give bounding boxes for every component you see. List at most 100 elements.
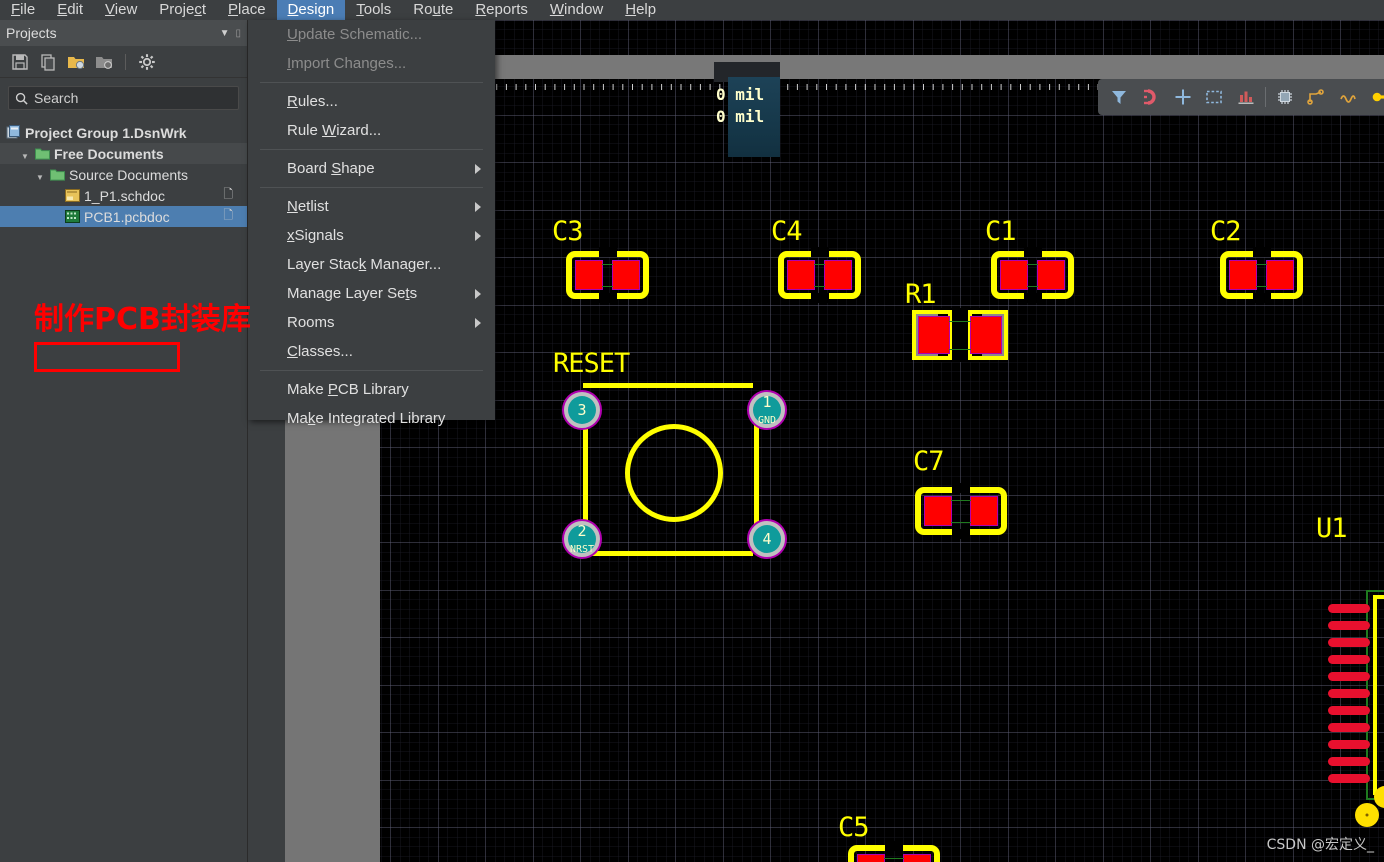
copy-icon[interactable]	[39, 53, 57, 71]
chevron-down-icon[interactable]: ▼	[214, 28, 236, 39]
schematic-doc-icon	[65, 189, 80, 202]
toolbar-separator	[125, 53, 126, 70]
open-folder-icon[interactable]	[67, 53, 85, 71]
menu-item-rule-wizard[interactable]: Rule Wizard...	[248, 116, 495, 145]
pad-text: 1 GND	[758, 394, 776, 426]
search-container: Search	[0, 78, 247, 116]
ic-pad[interactable]	[1328, 638, 1370, 647]
menu-item-make-integrated-library[interactable]: Make Integrated Library	[248, 404, 495, 433]
menu-item-rooms[interactable]: Rooms	[248, 308, 495, 337]
menu-item-manage-layer-sets[interactable]: Manage Layer Sets	[248, 279, 495, 308]
expand-arrow-icon[interactable]: ▼	[36, 167, 50, 183]
tree-item-source-documents[interactable]: ▼ Source Documents	[0, 164, 247, 185]
menu-item-rules[interactable]: Rules...	[248, 87, 495, 116]
tree-item-project-group-1-dsnwrk[interactable]: Project Group 1.DsnWrk	[0, 122, 247, 143]
menu-item-label: Rules...	[287, 93, 338, 110]
measure-value-y: 0 mil	[716, 107, 765, 126]
filter-icon[interactable]	[1106, 84, 1132, 110]
menu-item-classes[interactable]: Classes...	[248, 337, 495, 366]
menu-item-update-schematic: Update Schematic...	[248, 20, 495, 49]
ic-pad[interactable]	[1328, 706, 1370, 715]
tree-item-label: 1_P1.schdoc	[84, 187, 165, 204]
menu-item-layer-stack-manager[interactable]: Layer Stack Manager...	[248, 250, 495, 279]
menubar-item-tools[interactable]: Tools	[345, 0, 402, 20]
menubar-item-design[interactable]: Design	[276, 0, 346, 20]
menu-item-label: Rule Wizard...	[287, 122, 382, 139]
via[interactable]	[1374, 786, 1384, 808]
tree-item-1-p1-schdoc[interactable]: 1_P1.schdoc 🗋	[0, 185, 247, 206]
search-placeholder: Search	[34, 90, 79, 106]
menubar-item-file[interactable]: File	[0, 0, 46, 20]
menubar-item-window[interactable]: Window	[539, 0, 614, 20]
expand-arrow-icon[interactable]: ▼	[21, 146, 35, 162]
measure-value-x: 0 mil	[716, 85, 765, 104]
design-dropdown-menu: Update Schematic... Import Changes... Rule…	[248, 20, 495, 427]
projects-panel: Projects ▼ ▯ Search Project Group 1.DsnW…	[0, 20, 248, 862]
menu-item-label: Make Integrated Library	[287, 410, 446, 427]
magnet-snap-icon[interactable]	[1138, 84, 1164, 110]
pad-number: 2	[577, 522, 587, 540]
through-hole-pad[interactable]: 1 GND	[747, 390, 787, 430]
menu-separator	[260, 149, 483, 150]
projects-panel-header: Projects ▼ ▯	[0, 20, 247, 46]
through-hole-pad[interactable]: 2 NRST	[562, 519, 602, 559]
menu-item-xsignals[interactable]: xSignals	[248, 221, 495, 250]
menubar-item-place[interactable]: Place	[217, 0, 277, 20]
menu-item-make-pcb-library[interactable]: Make PCB Library	[248, 375, 495, 404]
settings-gear-icon[interactable]	[138, 53, 156, 71]
ic-pad[interactable]	[1328, 621, 1370, 630]
ic-pad[interactable]	[1328, 655, 1370, 664]
menubar-item-reports[interactable]: Reports	[464, 0, 539, 20]
menubar-item-edit[interactable]: Edit	[46, 0, 94, 20]
through-hole-pad[interactable]: 3	[562, 390, 602, 430]
menu-item-label: Make PCB Library	[287, 381, 409, 398]
save-icon[interactable]	[11, 53, 29, 71]
dock-pin-icon[interactable]: ▯	[235, 28, 241, 39]
watermark: CSDN @宏定义_	[1266, 837, 1374, 853]
ic-pad[interactable]	[1328, 689, 1370, 698]
menu-item-label: Import Changes...	[287, 55, 407, 72]
search-input[interactable]: Search	[8, 86, 239, 110]
silkscreen-circle	[625, 424, 723, 522]
main-menu-bar: File Edit View Project Place Design Tools Route…	[0, 0, 1384, 20]
submenu-arrow-icon	[475, 317, 481, 328]
menubar-item-help[interactable]: Help	[614, 0, 667, 20]
menu-item-label: Netlist	[287, 198, 329, 215]
ic-pad[interactable]	[1328, 757, 1370, 766]
submenu-arrow-icon	[475, 230, 481, 241]
menubar-item-route[interactable]: Route	[402, 0, 464, 20]
toolbar-separator	[1264, 87, 1266, 107]
ic-pad[interactable]	[1328, 740, 1370, 749]
project-group-icon	[6, 125, 21, 140]
menu-item-label: Rooms	[287, 314, 335, 331]
via-pad-icon[interactable]	[1367, 84, 1384, 110]
component-chip-icon[interactable]	[1272, 84, 1298, 110]
menu-item-board-shape[interactable]: Board Shape	[248, 154, 495, 183]
submenu-arrow-icon	[475, 201, 481, 212]
tree-item-free-documents[interactable]: ▼ Free Documents	[0, 143, 247, 164]
pad-text: 2 NRST	[570, 523, 594, 555]
menubar-item-project[interactable]: Project	[148, 0, 217, 20]
menu-item-netlist[interactable]: Netlist	[248, 192, 495, 221]
pcb-doc-icon	[65, 210, 80, 223]
ic-pad[interactable]	[1328, 604, 1370, 613]
bar-chart-icon[interactable]	[1233, 84, 1259, 110]
via[interactable]	[1355, 803, 1379, 827]
menubar-item-view[interactable]: View	[94, 0, 148, 20]
selection-box-icon[interactable]	[1201, 84, 1227, 110]
route-track-icon[interactable]	[1303, 84, 1329, 110]
ic-pad[interactable]	[1328, 723, 1370, 732]
differential-pair-icon[interactable]	[1335, 84, 1361, 110]
folder-options-icon[interactable]	[95, 53, 113, 71]
crosshair-icon[interactable]	[1170, 84, 1196, 110]
tree-item-label: Project Group 1.DsnWrk	[25, 124, 187, 141]
ic-pad[interactable]	[1328, 774, 1370, 783]
tree-item-pcb1-pcbdoc[interactable]: PCB1.pcbdoc 🗋	[0, 206, 247, 227]
ic-pad[interactable]	[1328, 672, 1370, 681]
pad-number: 3	[577, 401, 587, 419]
submenu-arrow-icon	[475, 163, 481, 174]
menu-item-label: Board Shape	[287, 160, 375, 177]
through-hole-pad[interactable]: 4	[747, 519, 787, 559]
folder-icon	[50, 168, 65, 181]
document-status-icon: 🗋	[223, 187, 233, 201]
